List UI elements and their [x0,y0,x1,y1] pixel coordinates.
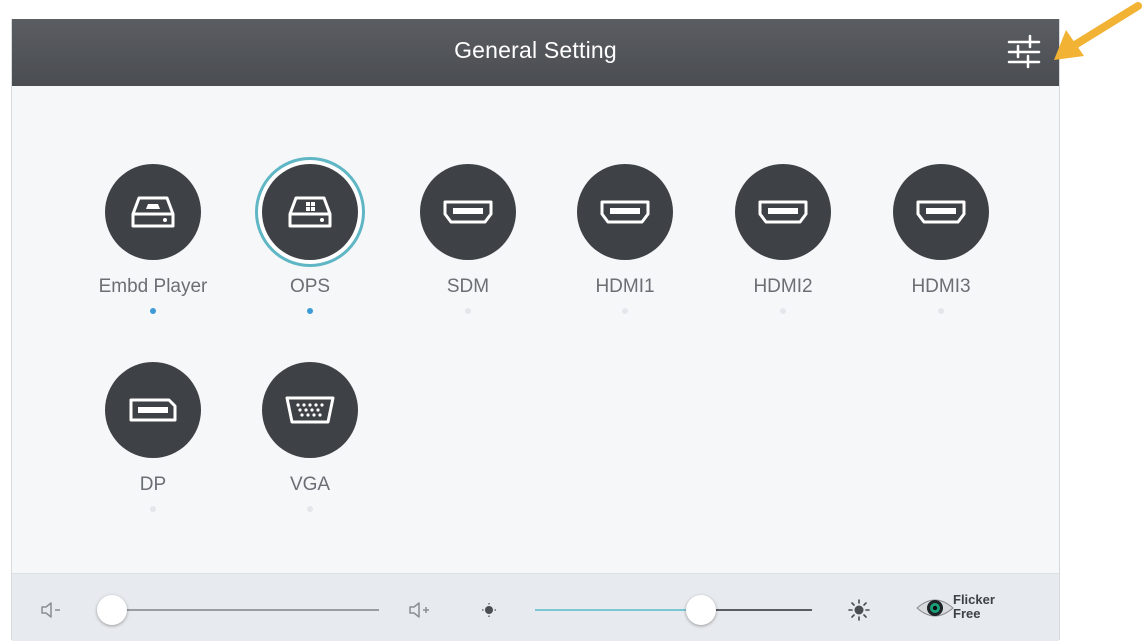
source-button-ops[interactable] [262,164,358,260]
hdmi-port-icon [600,200,650,224]
source-label: HDMI3 [911,276,971,297]
source-hdmi1[interactable]: HDMI1 [550,164,700,314]
flicker-free-text-line1: Flicker [953,592,995,607]
source-label: VGA [289,474,331,495]
source-label: HDMI2 [753,276,813,297]
source-button-dp[interactable] [105,362,201,458]
ops-drive-icon [288,196,332,228]
source-label: SDM [446,276,490,297]
quick-controls-bar: Flicker Free [12,573,1059,641]
page-title: General Setting [454,37,617,63]
flicker-free-text-line2: Free [953,606,981,621]
volume-slider-thumb[interactable] [97,595,127,625]
signal-indicator-dot [780,308,786,314]
source-button-sdm[interactable] [420,164,516,260]
signal-indicator-dot [307,506,313,512]
storage-drive-icon [131,196,175,228]
displayport-icon [129,398,177,422]
source-label: Embd Player [98,276,208,297]
brightness-slider-thumb[interactable] [686,595,717,625]
input-source-grid: Embd Player OPS SDM HDMI1 HDMI2 HDMI3 DP… [12,86,1059,573]
source-button-vga[interactable] [262,362,358,458]
brightness-slider-fill [535,609,702,611]
brightness-high-icon [848,599,870,621]
source-ops[interactable]: OPS [235,164,385,314]
flicker-free-logo: Flicker Free [915,588,995,628]
vga-port-icon [285,396,335,424]
source-label: OPS [289,276,331,297]
eye-icon [916,599,954,617]
volume-slider-track[interactable] [112,609,379,611]
hdmi-port-icon [916,200,966,224]
title-bar: General Setting [12,19,1059,86]
source-sdm[interactable]: SDM [393,164,543,314]
signal-indicator-dot [622,308,628,314]
source-button-hdmi1[interactable] [577,164,673,260]
annotation-arrow-icon [1054,2,1142,60]
source-dp[interactable]: DP [78,362,228,512]
source-embd-player[interactable]: Embd Player [78,164,228,314]
volume-up-icon [409,602,429,618]
volume-down-icon [41,602,60,618]
source-hdmi2[interactable]: HDMI2 [708,164,858,314]
signal-indicator-dot [150,506,156,512]
source-hdmi3[interactable]: HDMI3 [866,164,1016,314]
source-button-hdmi2[interactable] [735,164,831,260]
signal-indicator-dot [307,308,313,314]
general-setting-panel: General Setting Embd Player OPS SDM HDMI… [11,19,1060,641]
source-vga[interactable]: VGA [235,362,385,512]
source-label: DP [139,474,167,495]
signal-indicator-dot [938,308,944,314]
signal-indicator-dot [465,308,471,314]
hdmi-port-icon [758,200,808,224]
sliders-icon [1007,34,1041,69]
source-button-embd-player[interactable] [105,164,201,260]
source-button-hdmi3[interactable] [893,164,989,260]
signal-indicator-dot [150,308,156,314]
brightness-low-icon [482,603,496,617]
source-label: HDMI1 [595,276,655,297]
settings-sliders-button[interactable] [1004,32,1044,72]
hdmi-port-icon [443,200,493,224]
